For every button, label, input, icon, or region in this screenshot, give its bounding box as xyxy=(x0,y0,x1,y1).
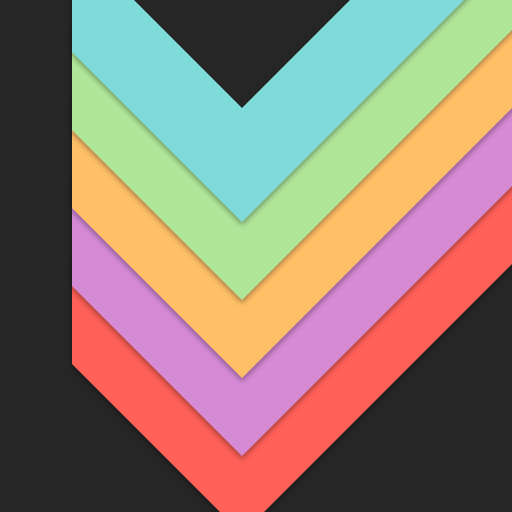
chevron-stack-artwork xyxy=(0,0,512,512)
